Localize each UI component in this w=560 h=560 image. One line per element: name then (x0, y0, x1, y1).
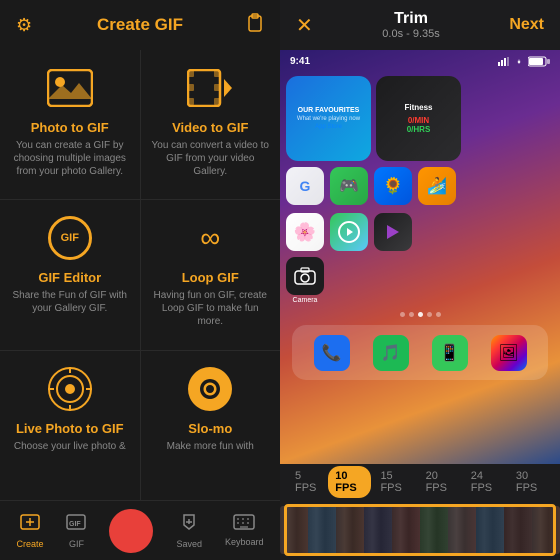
create-icon (20, 512, 40, 537)
svg-text:GIF: GIF (69, 521, 81, 528)
loop-gif-item[interactable]: ∞ Loop GIF Having fun on GIF, create Loo… (141, 200, 281, 349)
appstore-widget: OUR FAVOURITES What we're playing now Ap… (286, 76, 371, 161)
live-photo-desc: Choose your live photo & (14, 440, 126, 453)
fps-15[interactable]: 15 FPS (373, 466, 416, 498)
dot-2 (409, 312, 414, 317)
keyboard-icon (233, 514, 255, 535)
trim-title: Trim (382, 10, 439, 28)
nav-gif[interactable]: GIF GIF (66, 512, 86, 549)
dock-icon-1: 📞 (314, 335, 350, 371)
photo-to-gif-item[interactable]: Photo to GIF You can create a GIF by cho… (0, 50, 140, 199)
fps-5[interactable]: 5 FPS (288, 466, 326, 498)
app-row-2: G 🎮 🌻 🏄 (286, 165, 554, 207)
gif-editor-title: GIF Editor (38, 270, 101, 285)
dock-icon-3: 📱 (432, 335, 468, 371)
right-header: ✕ Trim 0.0s - 9.35s Next (280, 0, 560, 50)
camera-label-row: Camera (286, 257, 554, 304)
right-panel: ✕ Trim 0.0s - 9.35s Next 9:41 (280, 0, 560, 560)
video-to-gif-desc: You can convert a video to GIF from your… (151, 139, 271, 178)
gif-nav-icon: GIF (66, 512, 86, 537)
close-icon[interactable]: ✕ (296, 13, 313, 38)
trim-header-center: Trim 0.0s - 9.35s (382, 10, 439, 40)
dot-3 (418, 312, 423, 317)
timeline[interactable] (280, 500, 560, 560)
gif-editor-item[interactable]: GIF GIF Editor Share the Fun of GIF with… (0, 200, 140, 349)
video-to-gif-title: Video to GIF (172, 120, 248, 135)
next-button[interactable]: Next (509, 16, 544, 34)
ios-screen: 9:41 OUR FAVOURITES What we're playing n… (280, 50, 560, 464)
video-to-gif-icon (186, 64, 234, 112)
fps-10[interactable]: 10 FPS (328, 466, 371, 498)
slo-mo-desc: Make more fun with (167, 440, 254, 453)
fitness-widget: Fitness 0/MIN 0/HRS (376, 76, 461, 161)
widget-row-1: OUR FAVOURITES What we're playing now Ap… (286, 76, 554, 161)
saved-label: Saved (176, 539, 202, 549)
fps-selector: 5 FPS 10 FPS 15 FPS 20 FPS 24 FPS 30 FPS (280, 464, 560, 500)
status-time: 9:41 (290, 56, 310, 67)
google-news-icon: G (286, 167, 324, 205)
phone-preview: 9:41 OUR FAVOURITES What we're playing n… (280, 50, 560, 464)
live-photo-title: Live Photo to GIF (16, 421, 124, 436)
status-icons (498, 56, 550, 67)
bottom-nav: Create GIF GIF Saved (0, 500, 280, 560)
photo-to-gif-desc: You can create a GIF by choosing multipl… (10, 139, 130, 178)
battlegrounds-icon: 🎮 (330, 167, 368, 205)
nav-create[interactable]: Create (16, 512, 43, 549)
video-to-gif-item[interactable]: Video to GIF You can convert a video to … (141, 50, 281, 199)
gif-label: GIF (69, 539, 84, 549)
loop-gif-title: Loop GIF (182, 270, 239, 285)
app-row-3: 🌸 (286, 211, 554, 253)
dock-icon-4: 🖼 (491, 335, 527, 371)
gif-editor-desc: Share the Fun of GIF with your Gallery G… (10, 289, 130, 315)
trim-subtitle: 0.0s - 9.35s (382, 28, 439, 40)
dot-4 (427, 312, 432, 317)
nav-saved[interactable]: Saved (176, 512, 202, 549)
dot-1 (400, 312, 405, 317)
left-header: ⚙ Create GIF (0, 0, 280, 50)
live-photo-item[interactable]: Live Photo to GIF Choose your live photo… (0, 351, 140, 500)
photos-icon: 🌸 (286, 213, 324, 251)
create-label: Create (16, 539, 43, 549)
dock-icon-2: 🎵 (373, 335, 409, 371)
camera-app: Camera (286, 257, 324, 304)
slo-mo-title: Slo-mo (188, 421, 232, 436)
photo-to-gif-title: Photo to GIF (31, 120, 109, 135)
feature-grid: Photo to GIF You can create a GIF by cho… (0, 50, 280, 500)
gear-icon[interactable]: ⚙ (16, 15, 32, 36)
create-gif-title: Create GIF (97, 15, 183, 35)
keyboard-label: Keyboard (225, 537, 264, 547)
pvz-icon: 🌻 (374, 167, 412, 205)
saved-icon (179, 512, 199, 537)
fps-24[interactable]: 24 FPS (464, 466, 507, 498)
clipboard-icon[interactable] (246, 13, 264, 38)
ios-status-bar: 9:41 (280, 50, 560, 72)
nav-keyboard[interactable]: Keyboard (225, 514, 264, 547)
live-photo-icon (46, 365, 94, 413)
loop-gif-icon: ∞ (186, 214, 234, 262)
slo-mo-item[interactable]: Slo-mo Make more fun with (141, 351, 281, 500)
ios-dock: 📞 🎵 📱 🖼 (292, 325, 548, 380)
gif-editor-icon: GIF (46, 214, 94, 262)
left-panel: ⚙ Create GIF Photo to GIF You can create… (0, 0, 280, 560)
fps-30[interactable]: 30 FPS (509, 466, 552, 498)
photo-app-icon (330, 213, 368, 251)
imovie-icon (374, 213, 412, 251)
dot-5 (436, 312, 441, 317)
record-button[interactable] (109, 509, 153, 553)
page-dots (286, 308, 554, 321)
photo-to-gif-icon (46, 64, 94, 112)
ios-home-content: OUR FAVOURITES What we're playing now Ap… (280, 72, 560, 464)
subway-surf-icon: 🏄 (418, 167, 456, 205)
slo-mo-icon (186, 365, 234, 413)
loop-gif-desc: Having fun on GIF, create Loop GIF to ma… (151, 289, 271, 328)
fps-20[interactable]: 20 FPS (419, 466, 462, 498)
